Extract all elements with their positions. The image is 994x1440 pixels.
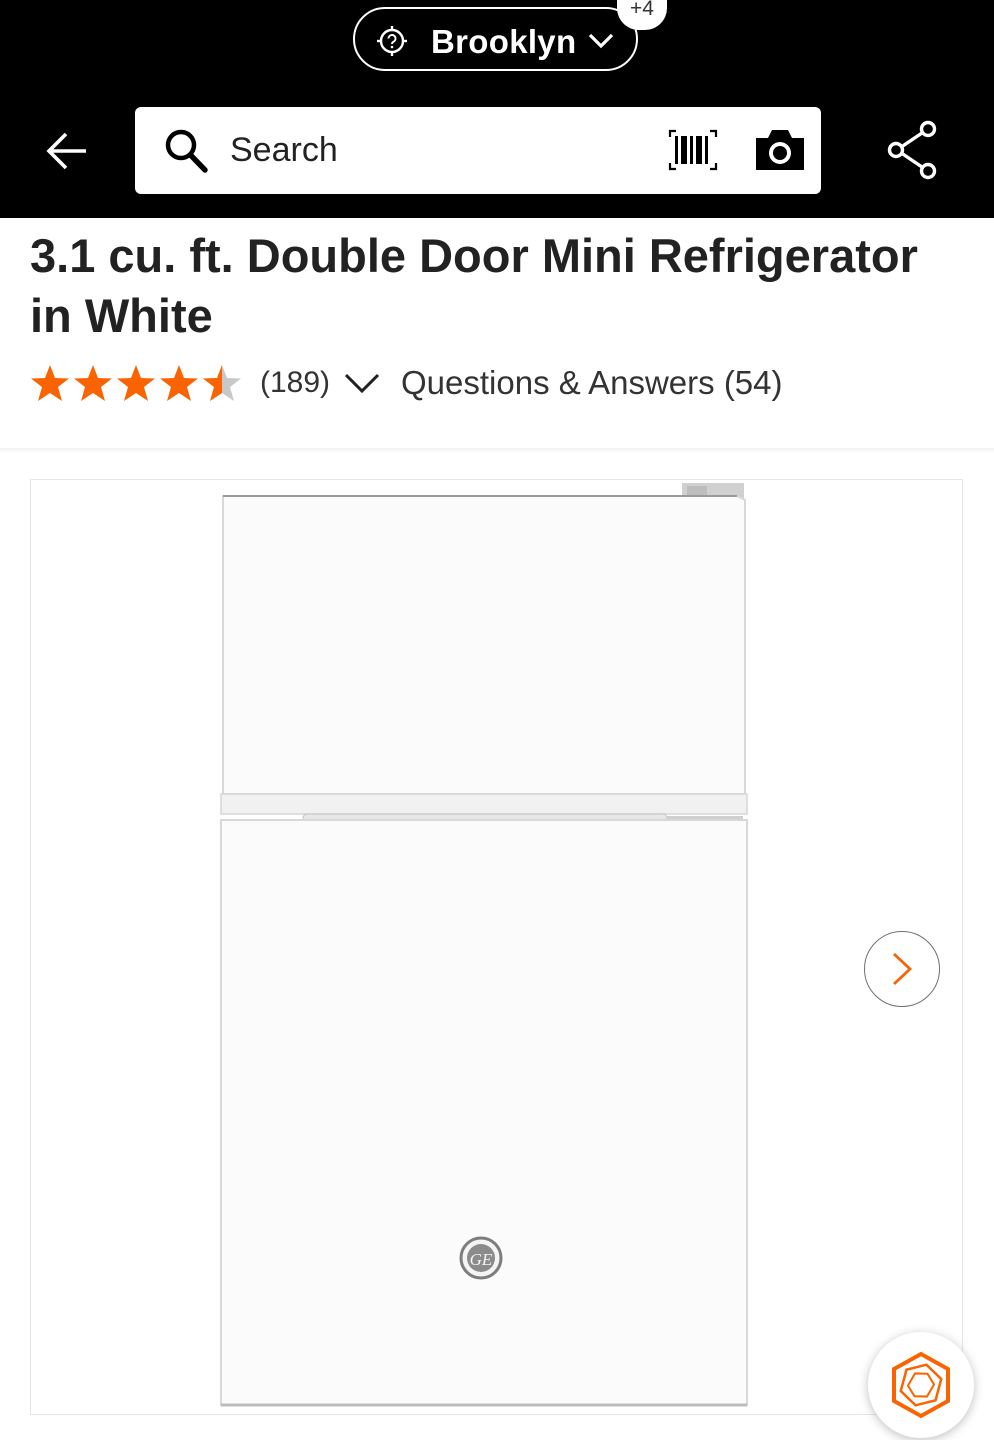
questions-answers-link[interactable]: Questions & Answers (54) [401,364,783,402]
assistant-hexagon-icon [892,1351,950,1419]
star-half-icon [203,365,222,401]
share-icon[interactable] [886,120,938,180]
product-image: GE [220,483,748,1407]
next-image-button[interactable] [864,931,940,1007]
chevron-down-icon [588,33,614,49]
search-icon [165,129,208,173]
product-image-gallery[interactable]: GE [30,479,963,1415]
assistant-button[interactable] [868,1332,974,1438]
star-icon [74,365,112,401]
search-input[interactable]: Search [230,131,338,170]
store-name: Brooklyn [431,23,577,60]
product-title: 3.1 cu. ft. Double Door Mini Refrigerato… [30,229,918,342]
rating-row: (189) Questions & Answers (54) [30,360,970,410]
store-pin-icon [377,26,407,56]
chevron-right-icon [893,952,913,986]
search-bar[interactable]: Search [135,107,821,194]
review-count[interactable]: (189) [260,366,330,400]
star-rating[interactable] [30,364,242,404]
star-icon [117,365,155,401]
top-bar: Brooklyn +4 Search [0,0,994,218]
star-icon [31,365,69,401]
divider [0,448,994,454]
brand-logo: GE [470,1250,493,1269]
chevron-down-icon[interactable] [344,370,380,396]
store-selector[interactable]: Brooklyn [353,7,638,71]
back-arrow-icon[interactable] [44,130,90,172]
camera-icon[interactable] [754,126,806,174]
barcode-scanner-icon[interactable] [668,129,718,171]
star-icon [160,365,198,401]
